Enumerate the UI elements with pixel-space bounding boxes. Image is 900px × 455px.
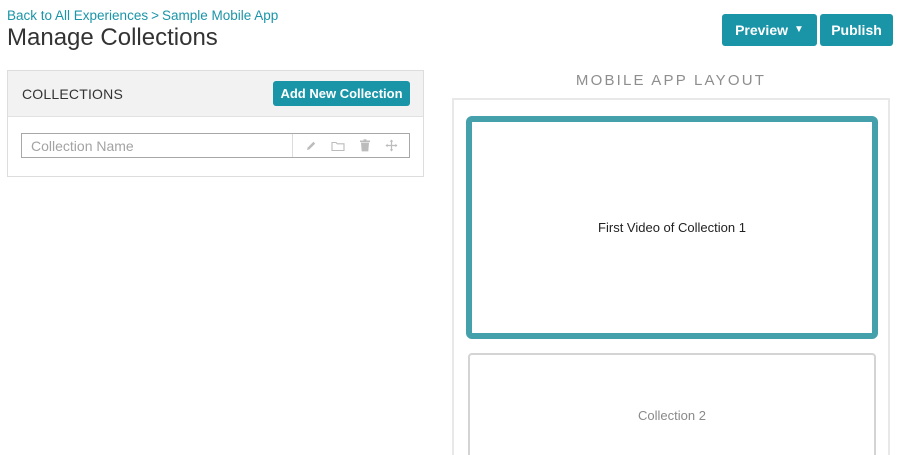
page-title: Manage Collections bbox=[7, 24, 218, 51]
breadcrumb-current-link[interactable]: Sample Mobile App bbox=[162, 8, 278, 23]
collections-panel-title: COLLECTIONS bbox=[22, 86, 123, 102]
mobile-layout-title: MOBILE APP LAYOUT bbox=[575, 72, 767, 89]
collection-name-input[interactable] bbox=[22, 134, 293, 157]
collection-card-label: First Video of Collection 1 bbox=[598, 220, 746, 235]
collections-panel-header: COLLECTIONS Add New Collection bbox=[8, 71, 423, 117]
collection-card[interactable]: Collection 2 bbox=[468, 353, 876, 455]
publish-button[interactable]: Publish bbox=[820, 14, 893, 46]
preview-button-label: Preview bbox=[735, 22, 789, 38]
collection-row bbox=[21, 133, 410, 158]
pencil-icon[interactable] bbox=[303, 138, 319, 154]
move-icon[interactable] bbox=[384, 138, 400, 154]
add-new-collection-button[interactable]: Add New Collection bbox=[273, 81, 410, 106]
caret-down-icon: ▼ bbox=[794, 24, 804, 35]
breadcrumb-back-link[interactable]: Back to All Experiences bbox=[7, 8, 148, 23]
collection-row-actions bbox=[293, 138, 409, 154]
breadcrumb-separator: > bbox=[151, 8, 159, 23]
manage-collections-page: Back to All Experiences > Sample Mobile Ap… bbox=[0, 0, 900, 455]
collection-card-label: Collection 2 bbox=[638, 408, 706, 423]
collections-panel: COLLECTIONS Add New Collection bbox=[7, 70, 424, 177]
trash-icon[interactable] bbox=[357, 138, 373, 154]
collection-card-active[interactable]: First Video of Collection 1 bbox=[466, 116, 878, 339]
preview-button[interactable]: Preview ▼ bbox=[722, 14, 817, 46]
folder-icon[interactable] bbox=[330, 138, 346, 154]
breadcrumb: Back to All Experiences > Sample Mobile Ap… bbox=[7, 8, 278, 23]
